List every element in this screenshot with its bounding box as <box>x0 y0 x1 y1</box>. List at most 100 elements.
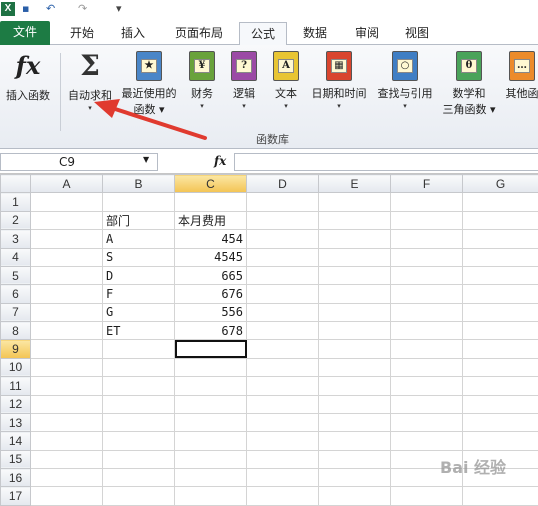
text-button[interactable]: A 文本 ▾ <box>270 51 302 111</box>
customize-qat-icon[interactable]: ▾ <box>116 2 122 15</box>
cell[interactable] <box>390 192 463 212</box>
cell[interactable] <box>246 357 319 378</box>
cell[interactable] <box>174 192 247 212</box>
cell[interactable] <box>462 320 538 341</box>
cell[interactable] <box>174 467 247 488</box>
cell[interactable] <box>30 284 103 304</box>
cell[interactable] <box>102 431 175 451</box>
cell[interactable] <box>246 339 319 359</box>
tab-view[interactable]: 视图 <box>394 22 440 45</box>
cell[interactable] <box>390 357 463 378</box>
cell[interactable] <box>30 320 103 341</box>
cell[interactable] <box>30 394 103 414</box>
cell[interactable] <box>174 376 247 396</box>
cell[interactable] <box>246 320 319 341</box>
recently-used-button[interactable]: ★ 最近使用的 函数 ▾ <box>118 51 180 117</box>
cell[interactable] <box>462 394 538 414</box>
cell[interactable] <box>246 394 319 414</box>
cell[interactable] <box>390 486 463 506</box>
cell[interactable] <box>390 394 463 414</box>
dept-cell[interactable]: F <box>102 284 175 304</box>
cell[interactable] <box>246 210 319 231</box>
cell[interactable] <box>246 467 319 488</box>
cell[interactable] <box>30 412 103 433</box>
cell[interactable] <box>462 192 538 212</box>
more-functions-button[interactable]: … 其他函 <box>500 51 538 101</box>
cell[interactable] <box>246 376 319 396</box>
cell[interactable] <box>102 192 175 212</box>
cell[interactable] <box>30 210 103 231</box>
cell[interactable] <box>30 192 103 212</box>
tab-home[interactable]: 开始 <box>58 22 106 45</box>
cell[interactable] <box>30 357 103 378</box>
tab-formulas[interactable]: 公式 <box>239 22 287 47</box>
cell[interactable] <box>174 486 247 506</box>
cell[interactable] <box>30 449 103 470</box>
cell[interactable] <box>318 449 391 470</box>
name-box-dropdown-icon[interactable]: ▼ <box>143 155 149 164</box>
column-header[interactable]: F <box>390 173 463 194</box>
dept-cell[interactable]: G <box>102 302 175 323</box>
cell[interactable] <box>102 339 175 359</box>
row-header[interactable]: 5 <box>0 265 31 286</box>
cell[interactable] <box>462 265 538 286</box>
cell[interactable] <box>318 320 391 341</box>
cell[interactable] <box>318 394 391 414</box>
math-trig-button[interactable]: θ 数学和 三角函数 ▾ <box>438 51 500 117</box>
cost-header-cell[interactable]: 本月费用 <box>174 210 247 231</box>
undo-icon[interactable]: ↶ <box>46 2 55 15</box>
row-header[interactable]: 17 <box>0 486 31 506</box>
cell[interactable] <box>246 284 319 304</box>
cost-cell[interactable]: 454 <box>174 229 247 249</box>
cell[interactable] <box>102 486 175 506</box>
cell[interactable] <box>30 486 103 506</box>
row-header[interactable]: 15 <box>0 449 31 470</box>
cell[interactable] <box>246 265 319 286</box>
row-header[interactable]: 16 <box>0 467 31 488</box>
cell[interactable] <box>390 284 463 304</box>
row-header[interactable]: 7 <box>0 302 31 323</box>
cell[interactable] <box>318 412 391 433</box>
cell[interactable] <box>390 302 463 323</box>
financial-button[interactable]: ¥ 财务 ▾ <box>184 51 220 111</box>
cell[interactable] <box>318 302 391 323</box>
lookup-reference-button[interactable]: ○ 查找与引用 ▾ <box>374 51 436 111</box>
cell[interactable] <box>390 412 463 433</box>
cost-cell[interactable]: 678 <box>174 320 247 341</box>
cell[interactable] <box>30 265 103 286</box>
select-all-corner[interactable] <box>0 173 31 194</box>
column-header[interactable]: E <box>318 173 391 194</box>
cell[interactable] <box>246 192 319 212</box>
dept-cell[interactable]: S <box>102 247 175 267</box>
cell[interactable] <box>102 376 175 396</box>
save-icon[interactable]: ▪ <box>22 2 29 15</box>
row-header[interactable]: 12 <box>0 394 31 414</box>
cell[interactable] <box>390 229 463 249</box>
insert-function-fx-icon[interactable]: fx <box>214 154 226 168</box>
column-header[interactable]: D <box>246 173 319 194</box>
cell[interactable] <box>462 486 538 506</box>
date-time-button[interactable]: ▦ 日期和时间 ▾ <box>306 51 372 111</box>
cell[interactable] <box>30 339 103 359</box>
cell[interactable] <box>390 339 463 359</box>
cell[interactable] <box>462 210 538 231</box>
cell[interactable] <box>318 265 391 286</box>
cell[interactable] <box>30 247 103 267</box>
cost-cell[interactable]: 676 <box>174 284 247 304</box>
column-header[interactable]: B <box>102 173 175 194</box>
cell[interactable] <box>462 229 538 249</box>
cell[interactable] <box>174 412 247 433</box>
active-cell-c9[interactable] <box>174 339 247 359</box>
cell[interactable] <box>390 210 463 231</box>
cell[interactable] <box>390 376 463 396</box>
row-header[interactable]: 13 <box>0 412 31 433</box>
cell[interactable] <box>318 229 391 249</box>
cell[interactable] <box>318 467 391 488</box>
column-header[interactable]: A <box>30 173 103 194</box>
tab-review[interactable]: 审阅 <box>344 22 390 45</box>
cell[interactable] <box>462 412 538 433</box>
cell[interactable] <box>318 247 391 267</box>
cell[interactable] <box>318 210 391 231</box>
row-header[interactable]: 3 <box>0 229 31 249</box>
cell[interactable] <box>102 394 175 414</box>
